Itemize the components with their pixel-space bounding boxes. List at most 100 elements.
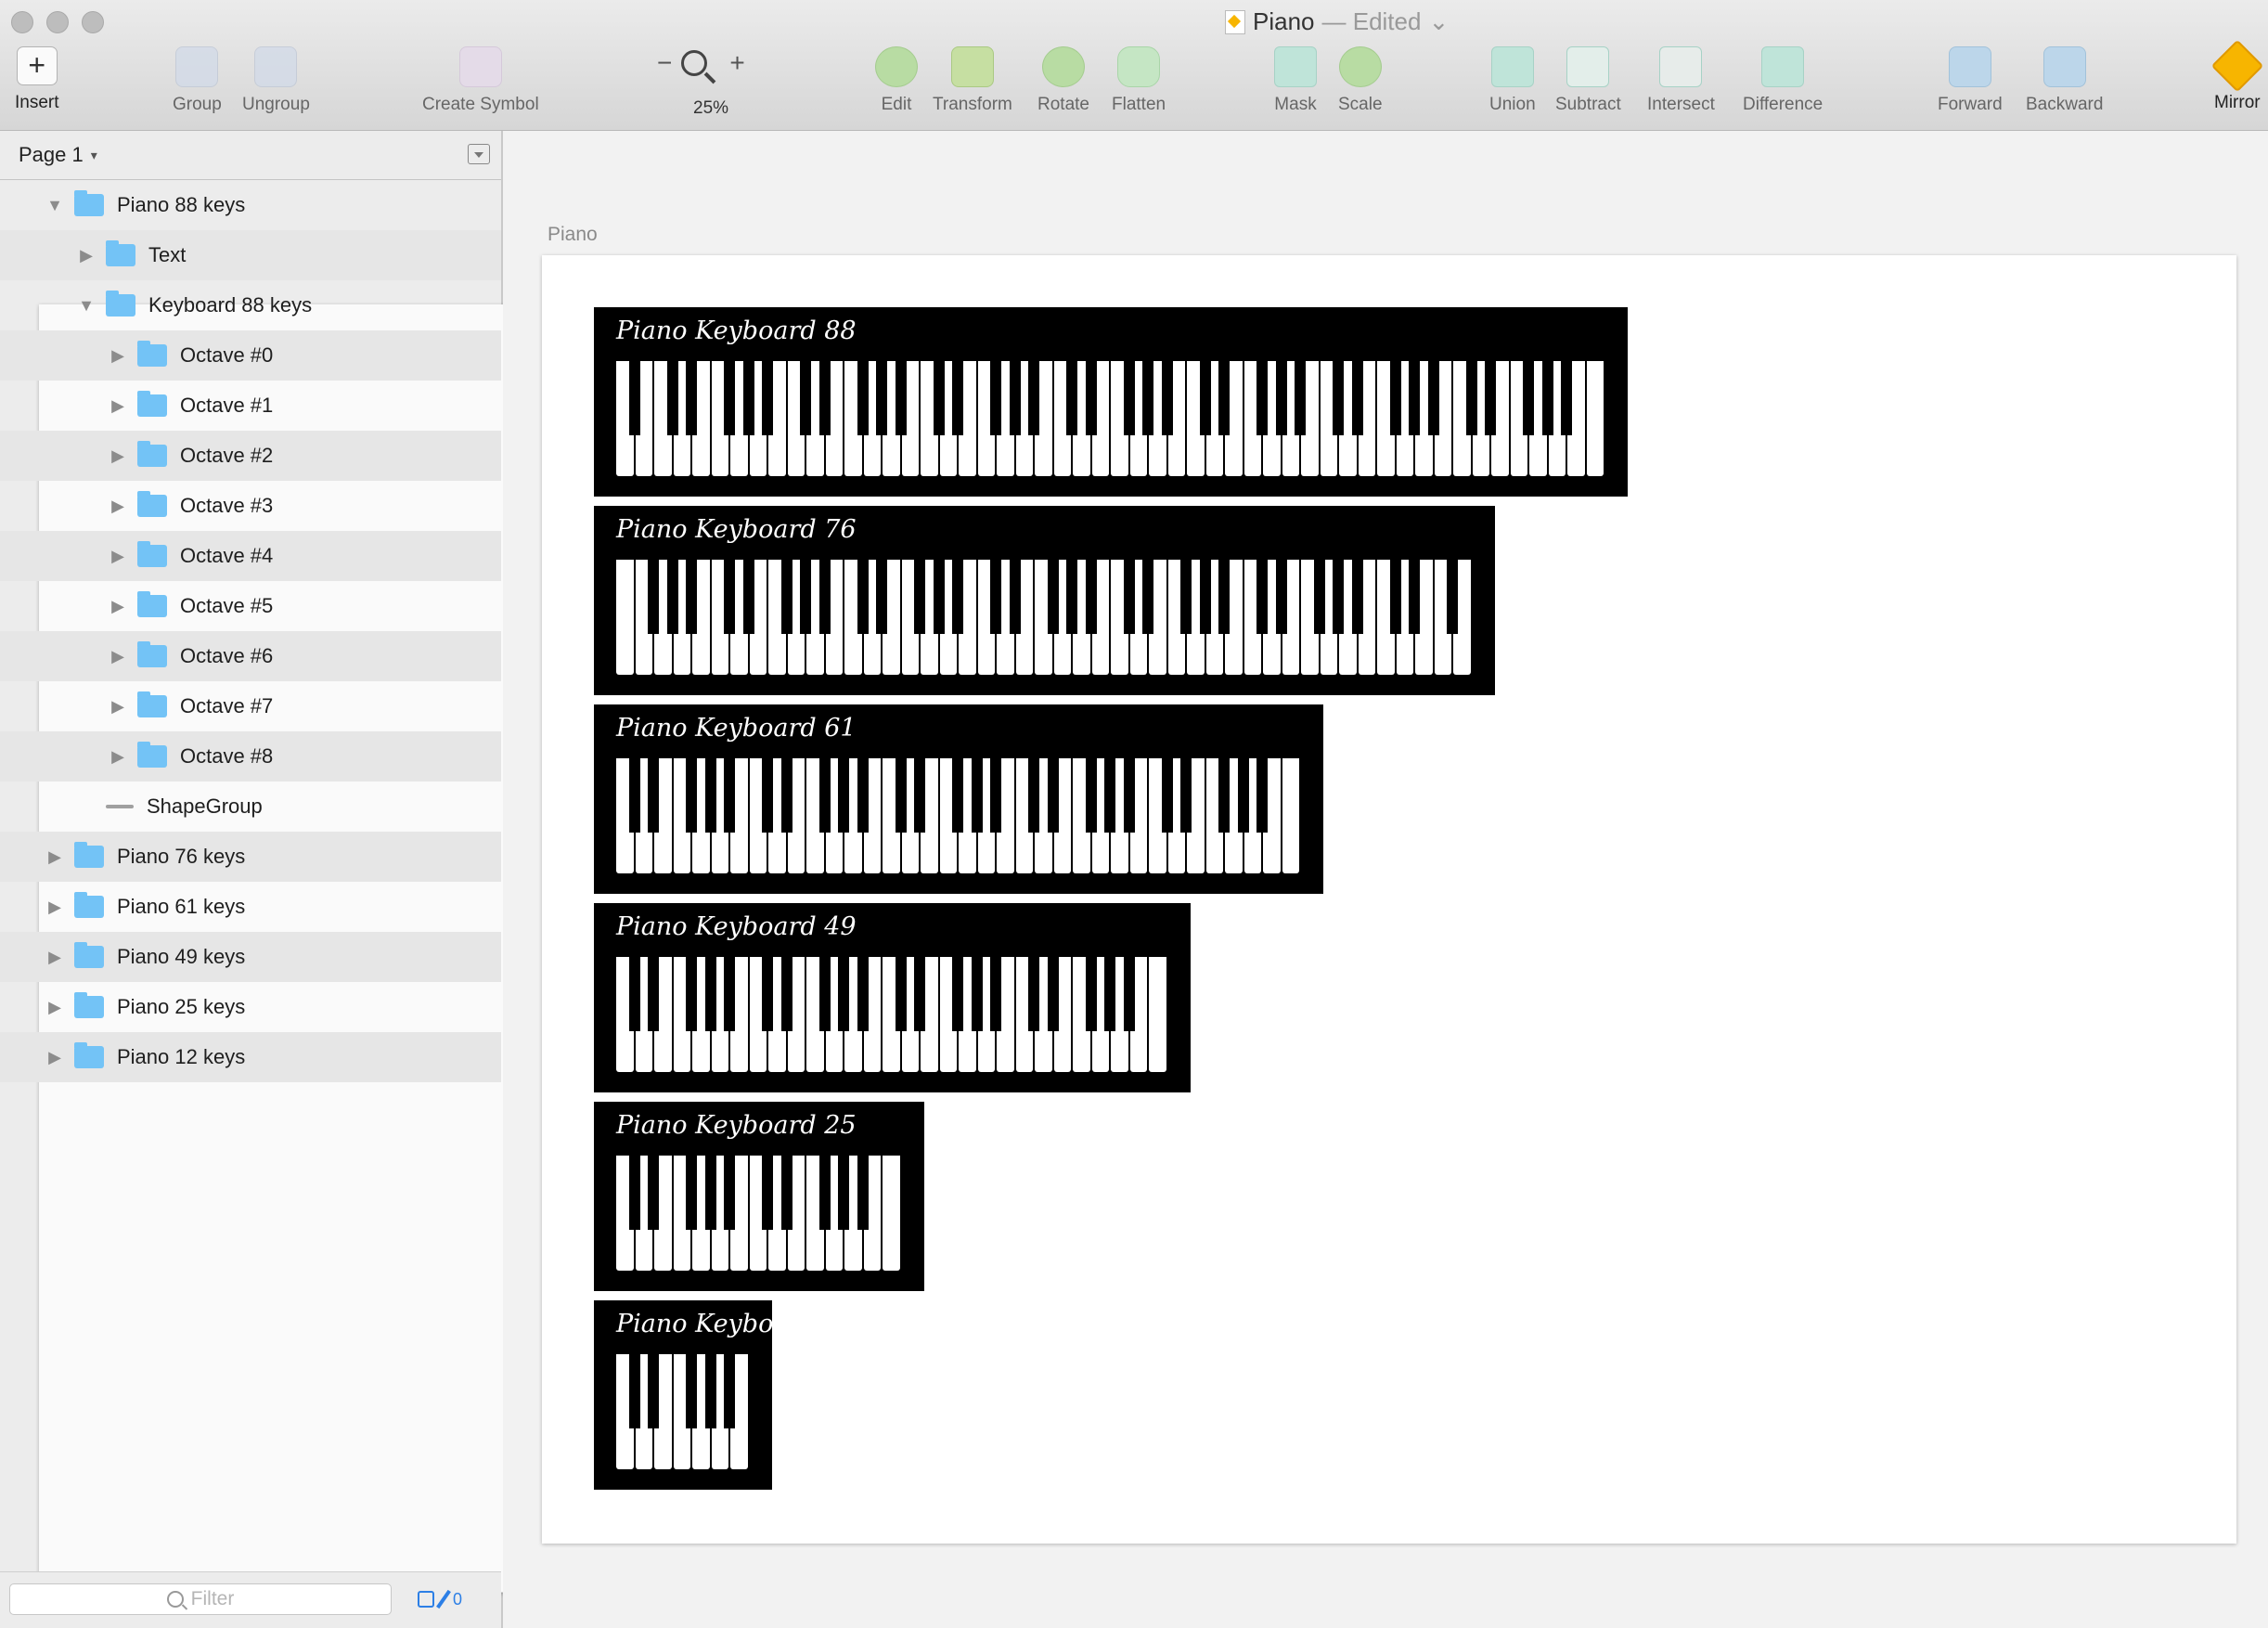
black-key[interactable] (762, 1156, 773, 1230)
black-key[interactable] (724, 361, 735, 435)
black-key[interactable] (724, 957, 735, 1031)
white-key[interactable] (1282, 758, 1299, 873)
white-key[interactable] (883, 1156, 900, 1271)
black-key[interactable] (857, 758, 869, 833)
white-key[interactable] (1586, 361, 1604, 476)
black-key[interactable] (933, 361, 945, 435)
black-key[interactable] (686, 1354, 697, 1428)
black-key[interactable] (686, 957, 697, 1031)
black-key[interactable] (648, 957, 659, 1031)
zoom-window-button[interactable] (82, 11, 104, 33)
disclosure-closed-icon[interactable]: ▶ (45, 948, 65, 967)
disclosure-closed-icon[interactable]: ▶ (108, 647, 128, 666)
black-key[interactable] (1333, 560, 1344, 634)
black-key[interactable] (818, 361, 831, 435)
black-key[interactable] (1447, 560, 1458, 634)
white-key[interactable] (1149, 957, 1166, 1072)
symbols-filter-icon[interactable] (418, 1591, 434, 1608)
black-key[interactable] (971, 957, 983, 1031)
ungroup-button[interactable]: Ungroup (242, 46, 310, 115)
layer-row[interactable]: ▼ Keyboard 88 keys (0, 280, 501, 330)
black-key[interactable] (1389, 560, 1401, 634)
black-key[interactable] (1295, 361, 1306, 435)
black-key[interactable] (628, 957, 640, 1031)
black-key[interactable] (704, 1156, 716, 1230)
black-key[interactable] (780, 758, 793, 833)
black-key[interactable] (1218, 560, 1230, 634)
layer-row[interactable]: ▶ Piano 12 keys (0, 1032, 501, 1082)
pen-filter-icon[interactable] (436, 1589, 451, 1609)
black-key[interactable] (1085, 758, 1097, 833)
black-key[interactable] (818, 957, 831, 1031)
black-key[interactable] (838, 1156, 849, 1230)
black-key[interactable] (1333, 361, 1344, 435)
black-key[interactable] (1389, 361, 1401, 435)
disclosure-closed-icon[interactable]: ▶ (45, 1048, 65, 1067)
black-key[interactable] (1427, 361, 1439, 435)
page-selector[interactable]: Page 1 ▾ (0, 131, 501, 180)
black-key[interactable] (990, 957, 1001, 1031)
black-key[interactable] (686, 1156, 697, 1230)
black-key[interactable] (1085, 361, 1097, 435)
black-key[interactable] (838, 957, 849, 1031)
disclosure-open-icon[interactable]: ▼ (45, 196, 65, 215)
piano-keyboard[interactable]: Piano Keyboard 88 (594, 307, 1628, 497)
black-key[interactable] (686, 560, 697, 634)
rotate-button[interactable]: Rotate (1037, 46, 1089, 115)
black-key[interactable] (648, 758, 659, 833)
disclosure-closed-icon[interactable]: ▶ (45, 898, 65, 917)
layer-row[interactable]: ▼ Piano 88 keys (0, 180, 501, 230)
disclosure-closed-icon[interactable]: ▶ (108, 547, 128, 566)
black-key[interactable] (762, 957, 773, 1031)
black-key[interactable] (1085, 560, 1097, 634)
black-key[interactable] (895, 361, 907, 435)
piano-keyboard[interactable]: Piano Keyboard 76 (594, 506, 1495, 695)
black-key[interactable] (914, 758, 925, 833)
black-key[interactable] (857, 1156, 869, 1230)
black-key[interactable] (971, 758, 983, 833)
black-key[interactable] (762, 361, 773, 435)
black-key[interactable] (628, 1156, 640, 1230)
black-key[interactable] (1180, 758, 1192, 833)
black-key[interactable] (952, 957, 963, 1031)
black-key[interactable] (742, 361, 754, 435)
filter-input[interactable]: Filter (9, 1583, 392, 1615)
collapse-pages-button[interactable] (468, 144, 490, 164)
black-key[interactable] (914, 957, 925, 1031)
disclosure-closed-icon[interactable]: ▶ (108, 497, 128, 516)
black-key[interactable] (800, 560, 811, 634)
disclosure-closed-icon[interactable]: ▶ (108, 597, 128, 616)
layer-row[interactable]: ▶ Text (0, 230, 501, 280)
black-key[interactable] (990, 361, 1001, 435)
group-button[interactable]: Group (173, 46, 222, 115)
black-key[interactable] (1256, 758, 1268, 833)
window-title[interactable]: Piano — Edited ⌄ (1225, 7, 1449, 36)
minimize-window-button[interactable] (46, 11, 69, 33)
layer-row[interactable]: ▶ Octave #1 (0, 381, 501, 431)
edit-button[interactable]: Edit (875, 46, 918, 115)
layer-row[interactable]: ▶ Octave #5 (0, 581, 501, 631)
black-key[interactable] (724, 560, 735, 634)
black-key[interactable] (1028, 957, 1039, 1031)
black-key[interactable] (704, 758, 716, 833)
black-key[interactable] (914, 560, 925, 634)
black-key[interactable] (1066, 361, 1077, 435)
zoom-out-button[interactable]: − (657, 48, 672, 78)
mask-button[interactable]: Mask (1274, 46, 1317, 115)
layer-row[interactable]: ▶ Piano 49 keys (0, 932, 501, 982)
black-key[interactable] (952, 361, 963, 435)
piano-keyboard[interactable]: Piano Keyboard 49 (594, 903, 1191, 1092)
mirror-button[interactable]: Mirror (2210, 39, 2264, 113)
black-key[interactable] (990, 560, 1001, 634)
layer-row[interactable]: ▶ Piano 76 keys (0, 832, 501, 882)
black-key[interactable] (895, 758, 907, 833)
black-key[interactable] (952, 758, 963, 833)
black-key[interactable] (1123, 758, 1135, 833)
black-key[interactable] (1237, 758, 1249, 833)
layer-row[interactable]: ▶ Piano 25 keys (0, 982, 501, 1032)
disclosure-closed-icon[interactable]: ▶ (45, 998, 65, 1017)
black-key[interactable] (1218, 361, 1230, 435)
black-key[interactable] (1028, 758, 1039, 833)
black-key[interactable] (762, 758, 773, 833)
layer-row[interactable]: ▶ Octave #0 (0, 330, 501, 381)
